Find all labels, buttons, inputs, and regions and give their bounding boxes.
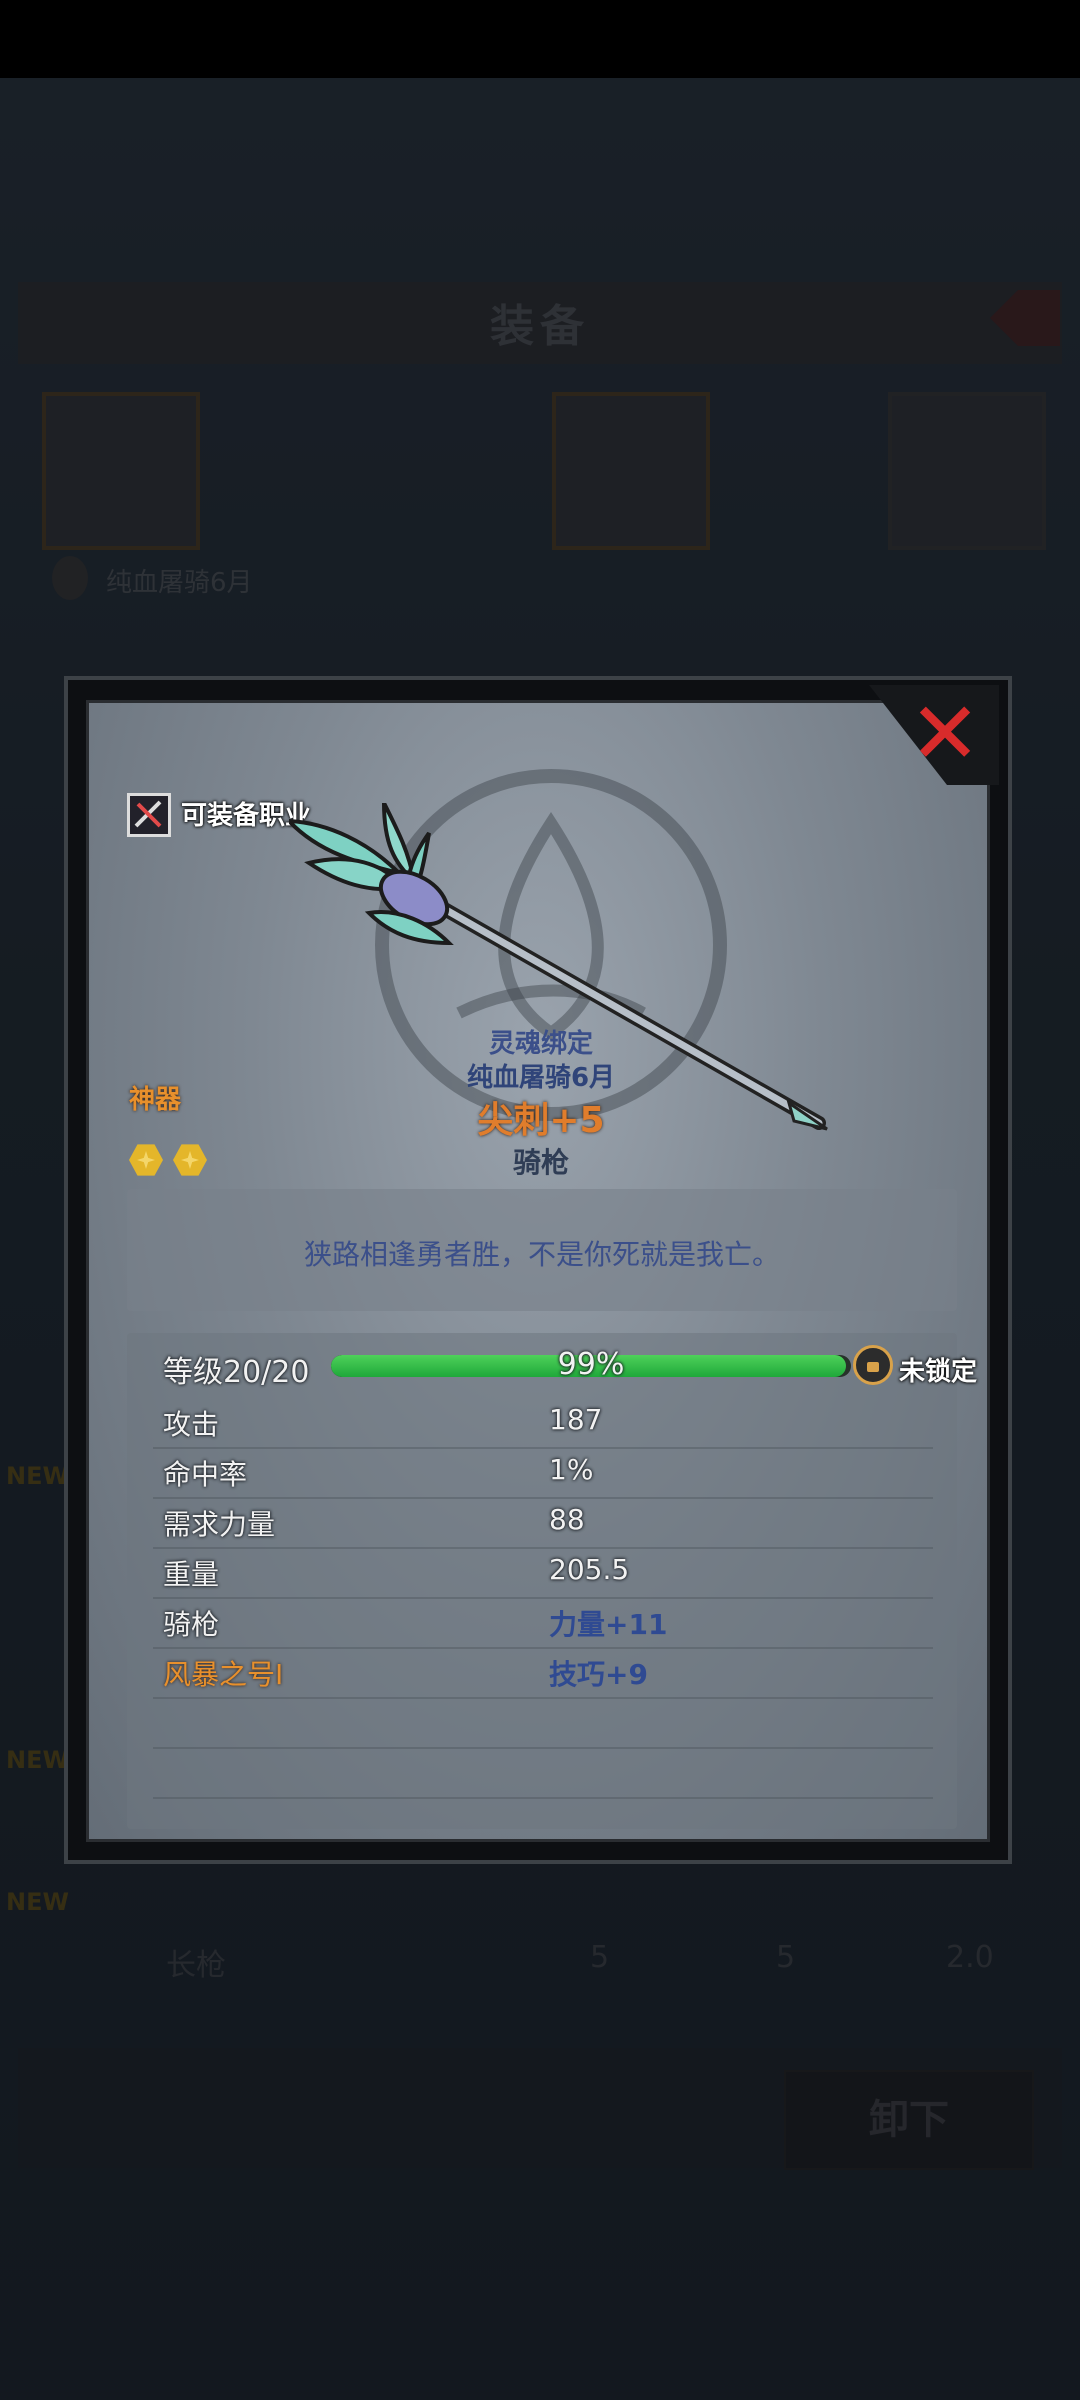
class-icon[interactable] [127,793,171,837]
lock-icon[interactable] [853,1345,893,1385]
item-name: 尖刺+5 [89,1091,993,1143]
bonus-name: 风暴之号I [163,1658,284,1691]
status-bar [0,0,1080,78]
stats-panel: 等级20/20 99% 未锁定 攻击 187 命中率 1% 需求力量 88 重量… [127,1333,977,1829]
stat-row-hit-rate: 命中率 1% [153,1447,933,1499]
stat-name: 命中率 [163,1458,248,1491]
item-enhance-level: +5 [549,1100,605,1141]
stat-name: 重量 [163,1558,220,1591]
bonus-row-lance: 骑枪 力量+11 [153,1597,933,1649]
item-name-text: 尖刺 [477,1100,550,1141]
stat-row-attack: 攻击 187 [153,1397,933,1449]
stat-row-weight: 重量 205.5 [153,1547,933,1599]
level-percent: 99% [557,1347,625,1382]
stat-row-empty [153,1747,933,1799]
owner-name: 纯血屠骑6月 [466,1063,616,1093]
soulbound-label: 灵魂绑定 [488,1029,593,1059]
bonus-row-storm-horn: 风暴之号I 技巧+9 [153,1647,933,1699]
stat-value: 88 [549,1503,585,1536]
item-type: 骑枪 [512,1146,569,1179]
lock-status-label[interactable]: 未锁定 [899,1351,977,1388]
stat-value: 187 [549,1403,603,1436]
bonus-value: 技巧+9 [549,1658,648,1691]
item-detail-dialog: 可装备职业 ✕ 神器 灵魂绑定 纯血屠骑6月 尖刺+5 骑枪 狭路相逢勇者胜，不… [64,676,1012,1864]
bonus-value: 力量+11 [549,1608,668,1641]
stat-value: 205.5 [549,1553,630,1586]
stat-row-empty [153,1697,933,1749]
stat-name: 需求力量 [163,1508,276,1541]
close-icon[interactable]: ✕ [909,691,981,777]
level-label: 等级20/20 [163,1355,310,1390]
stat-name: 攻击 [163,1408,220,1441]
stat-value: 1% [549,1453,594,1486]
bonus-name: 骑枪 [163,1608,220,1641]
stat-row-required-strength: 需求力量 88 [153,1497,933,1549]
item-description: 狭路相逢勇者胜，不是你死就是我亡。 [303,1238,780,1271]
description-box: 狭路相逢勇者胜，不是你死就是我亡。 [127,1189,957,1311]
dialog-panel: 可装备职业 ✕ 神器 灵魂绑定 纯血屠骑6月 尖刺+5 骑枪 狭路相逢勇者胜，不… [86,685,999,1842]
level-row: 等级20/20 99% 未锁定 [153,1341,977,1390]
close-button[interactable]: ✕ [869,685,999,785]
